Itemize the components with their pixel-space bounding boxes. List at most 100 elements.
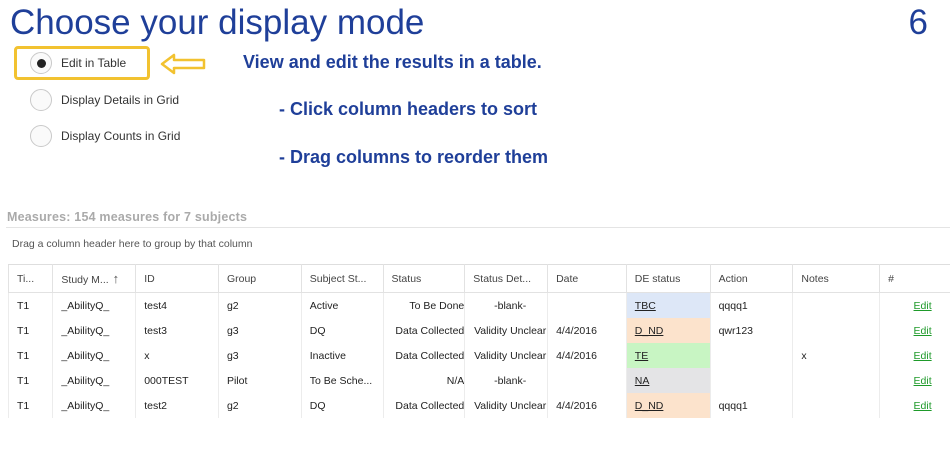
cell-study: _AbilityQ_ [52, 292, 137, 318]
cell-notes [792, 393, 881, 418]
cell-time: T1 [7, 343, 54, 368]
cell-action [709, 368, 794, 393]
cell-notes: x [792, 343, 881, 368]
divider [6, 227, 950, 228]
cell-subject-status: To Be Sche... [300, 368, 384, 393]
table-row[interactable]: T1 _AbilityQ_ test3 g3 DQ Data Collected… [7, 318, 950, 343]
cell-group: g2 [217, 292, 302, 318]
column-header-id[interactable]: ID [135, 264, 219, 293]
cell-status-detail: Validity Unclear [464, 393, 549, 418]
table-row[interactable]: T1 _AbilityQ_ test4 g2 Active To Be Done… [7, 292, 950, 318]
radio-edit-in-table[interactable]: Edit in Table [30, 52, 126, 74]
column-header-status[interactable]: Status [382, 264, 466, 293]
table-row[interactable]: T1 _AbilityQ_ x g3 Inactive Data Collect… [7, 343, 950, 368]
cell-notes [792, 318, 881, 343]
de-status-link[interactable]: NA [635, 375, 650, 387]
cell-group: g2 [217, 393, 302, 418]
column-header-action[interactable]: Action [709, 264, 794, 293]
edit-link[interactable]: Edit [914, 375, 932, 387]
column-header-subject-status[interactable]: Subject St... [300, 264, 384, 293]
group-by-drop-zone[interactable]: Drag a column header here to group by th… [12, 238, 252, 250]
cell-action: qqqq1 [709, 393, 794, 418]
cell-id: test4 [135, 292, 219, 318]
cell-study: _AbilityQ_ [52, 368, 137, 393]
table-row[interactable]: T1 _AbilityQ_ 000TEST Pilot To Be Sche..… [7, 368, 950, 393]
arrow-left-icon [160, 53, 206, 75]
de-status-link[interactable]: TBC [635, 300, 656, 312]
cell-study: _AbilityQ_ [52, 343, 137, 368]
cell-id: x [135, 343, 219, 368]
column-header-notes[interactable]: Notes [792, 264, 881, 293]
annotation-sort-tip: - Click column headers to sort [279, 99, 538, 119]
cell-date: 4/4/2016 [547, 393, 627, 418]
annotation-main: View and edit the results in a table. [243, 52, 542, 72]
cell-time: T1 [7, 292, 54, 318]
column-header-number[interactable]: # [879, 264, 950, 293]
measures-table: Ti... Study M... ↑ ID Group Subject St...… [7, 264, 950, 418]
column-header-de-status[interactable]: DE status [625, 264, 711, 293]
cell-de-status[interactable]: NA [625, 368, 711, 393]
cell-edit: Edit [879, 368, 950, 393]
cell-edit: Edit [879, 393, 950, 418]
column-header-time[interactable]: Ti... [7, 264, 54, 293]
cell-action: qwr123 [709, 318, 794, 343]
column-header-study-measure[interactable]: Study M... ↑ [52, 264, 137, 293]
cell-status: To Be Done [382, 292, 466, 318]
radio-button[interactable] [30, 89, 52, 111]
cell-status-detail: -blank- [464, 368, 549, 393]
cell-de-status[interactable]: TE [625, 343, 711, 368]
cell-id: 000TEST [135, 368, 219, 393]
column-header-group[interactable]: Group [217, 264, 302, 293]
cell-edit: Edit [879, 343, 950, 368]
column-header-status-detail[interactable]: Status Det... [464, 264, 549, 293]
page-number: 6 [908, 3, 928, 42]
column-header-date[interactable]: Date [547, 264, 627, 293]
cell-notes [792, 292, 881, 318]
radio-button[interactable] [30, 125, 52, 147]
cell-subject-status: Inactive [300, 343, 384, 368]
cell-action [709, 343, 794, 368]
cell-action: qqqq1 [709, 292, 794, 318]
cell-status: Data Collected [382, 343, 466, 368]
cell-subject-status: Active [300, 292, 384, 318]
cell-status: Data Collected [382, 318, 466, 343]
edit-link[interactable]: Edit [914, 400, 932, 412]
cell-id: test3 [135, 318, 219, 343]
cell-group: g3 [217, 343, 302, 368]
column-header-label: Study M... [61, 274, 109, 286]
cell-de-status[interactable]: TBC [625, 292, 711, 318]
radio-label: Edit in Table [61, 56, 127, 70]
edit-link[interactable]: Edit [914, 300, 932, 312]
cell-subject-status: DQ [300, 318, 384, 343]
de-status-link[interactable]: D_ND [635, 325, 664, 337]
radio-button-selected[interactable] [30, 52, 52, 74]
annotation-reorder-tip: - Drag columns to reorder them [279, 147, 549, 167]
table-row[interactable]: T1 _AbilityQ_ test2 g2 DQ Data Collected… [7, 393, 950, 418]
page-title: Choose your display mode [10, 3, 425, 42]
radio-label: Display Details in Grid [61, 93, 180, 107]
radio-display-counts[interactable]: Display Counts in Grid [30, 125, 180, 147]
de-status-link[interactable]: D_ND [635, 400, 664, 412]
radio-dot [36, 58, 46, 68]
cell-de-status[interactable]: D_ND [625, 318, 711, 343]
radio-label: Display Counts in Grid [61, 129, 181, 143]
radio-display-details[interactable]: Display Details in Grid [30, 89, 179, 111]
grid-title: Measures: 154 measures for 7 subjects [7, 210, 248, 224]
cell-notes [792, 368, 881, 393]
cell-de-status[interactable]: D_ND [625, 393, 711, 418]
cell-time: T1 [7, 393, 54, 418]
edit-link[interactable]: Edit [914, 350, 932, 362]
cell-status-detail: -blank- [464, 292, 549, 318]
sort-ascending-icon: ↑ [112, 271, 120, 286]
cell-edit: Edit [879, 318, 950, 343]
cell-date [547, 292, 627, 318]
cell-status-detail: Validity Unclear [464, 318, 549, 343]
cell-status: Data Collected [382, 393, 466, 418]
cell-time: T1 [7, 368, 54, 393]
cell-edit: Edit [879, 292, 950, 318]
cell-study: _AbilityQ_ [52, 318, 137, 343]
edit-link[interactable]: Edit [914, 325, 932, 337]
cell-time: T1 [7, 318, 54, 343]
de-status-link[interactable]: TE [635, 350, 648, 362]
cell-group: Pilot [217, 368, 302, 393]
